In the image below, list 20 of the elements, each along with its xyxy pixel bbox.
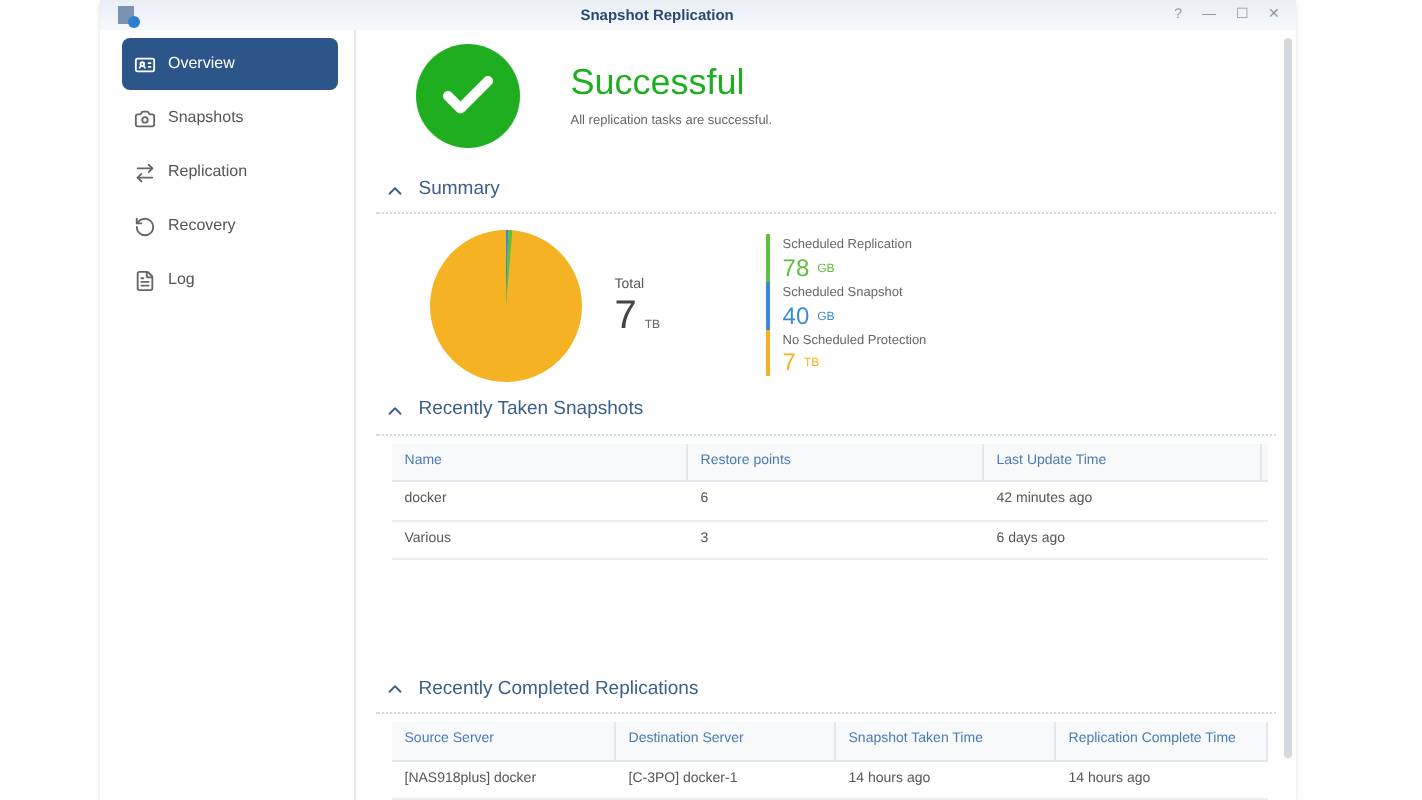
- section-heading: Recently Completed Replications: [418, 675, 699, 704]
- camera-icon: [134, 107, 156, 129]
- document-icon: [134, 269, 156, 291]
- status-title: Successful: [570, 63, 747, 100]
- sidebar-item[interactable]: Log: [122, 254, 339, 306]
- section-heading: Summary: [418, 175, 500, 204]
- sidebar-item[interactable]: Replication: [122, 146, 339, 198]
- sidebar-item[interactable]: Overview: [122, 38, 339, 90]
- arrows-icon: [134, 161, 156, 183]
- app-icon: [116, 3, 140, 27]
- id-card-icon: [134, 53, 156, 75]
- sidebar-item[interactable]: Recovery: [122, 200, 339, 252]
- section-heading: Recently Taken Snapshots: [418, 396, 644, 425]
- loop-arrow-icon: [134, 215, 156, 237]
- legend-value: 40: [782, 303, 810, 328]
- scrollbar[interactable]: [1284, 38, 1292, 758]
- legend-value: 78: [782, 255, 810, 280]
- legend-value: 7: [782, 350, 796, 375]
- sidebar-item[interactable]: Snapshots: [122, 92, 339, 144]
- total-value: 7: [614, 296, 637, 337]
